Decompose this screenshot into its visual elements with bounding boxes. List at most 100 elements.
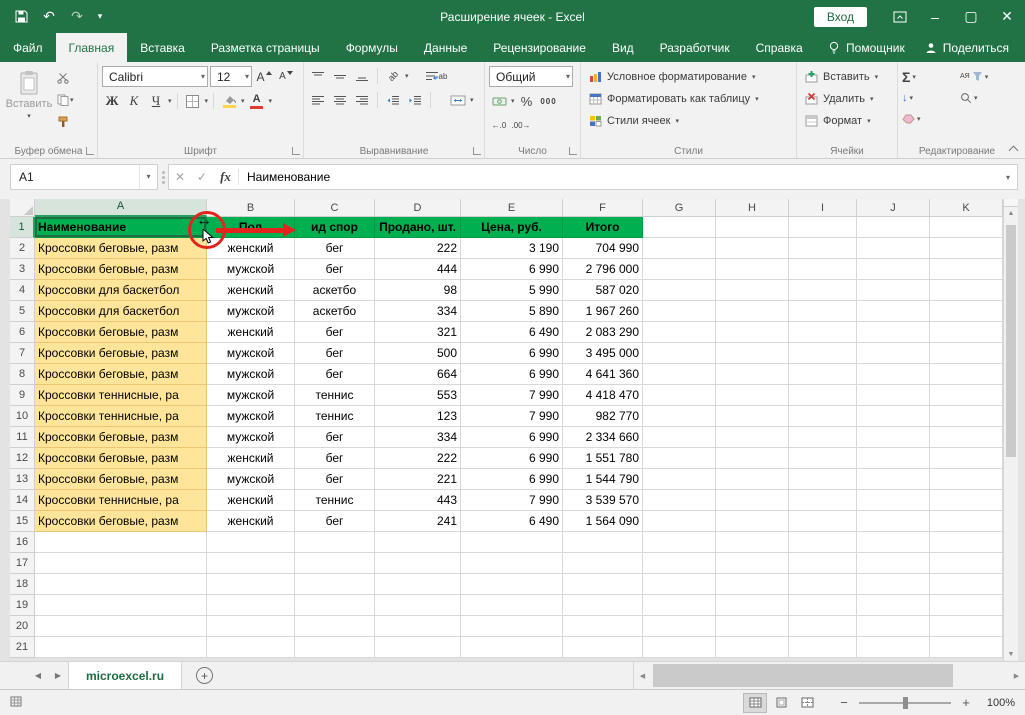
cell-A9[interactable]: Кроссовки теннисные, ра <box>35 385 207 406</box>
cell-C9[interactable]: теннис <box>295 385 375 406</box>
cell-A21[interactable] <box>35 637 207 658</box>
cell-I16[interactable] <box>789 532 857 553</box>
ribbon-tab-файл[interactable]: Файл <box>0 33 56 62</box>
alignment-dialog-launcher-icon[interactable] <box>473 147 481 155</box>
italic-button[interactable]: К <box>124 91 144 111</box>
cell-B3[interactable]: мужской <box>207 259 295 280</box>
cell-F1[interactable]: Итого <box>563 217 643 238</box>
sheet-nav-right-icon[interactable]: ▶ <box>48 662 68 689</box>
row-header-8[interactable]: 8 <box>10 364 35 385</box>
cell-H19[interactable] <box>716 595 789 616</box>
increase-decimal-button[interactable]: ←.0 <box>489 115 509 135</box>
cell-A12[interactable]: Кроссовки беговые, разм <box>35 448 207 469</box>
cell-E17[interactable] <box>461 553 563 574</box>
cell-J16[interactable] <box>857 532 930 553</box>
orientation-button[interactable]: ab <box>383 66 403 86</box>
cell-G17[interactable] <box>643 553 716 574</box>
cell-G4[interactable] <box>643 280 716 301</box>
cell-C18[interactable] <box>295 574 375 595</box>
cell-F2[interactable]: 704 990 <box>563 238 643 259</box>
cell-E16[interactable] <box>461 532 563 553</box>
cell-D21[interactable] <box>375 637 461 658</box>
underline-dropdown-icon[interactable]: ▾ <box>168 97 172 105</box>
cell-F15[interactable]: 1 564 090 <box>563 511 643 532</box>
paste-dropdown-icon[interactable]: ▾ <box>27 112 31 120</box>
cell-J21[interactable] <box>857 637 930 658</box>
cell-I14[interactable] <box>789 490 857 511</box>
cell-I1[interactable] <box>789 217 857 238</box>
cell-E2[interactable]: 3 190 <box>461 238 563 259</box>
row-header-17[interactable]: 17 <box>10 553 35 574</box>
borders-dropdown-icon[interactable]: ▾ <box>205 97 209 105</box>
cell-H13[interactable] <box>716 469 789 490</box>
cell-K2[interactable] <box>930 238 1003 259</box>
cell-K14[interactable] <box>930 490 1003 511</box>
cell-G7[interactable] <box>643 343 716 364</box>
cell-D18[interactable] <box>375 574 461 595</box>
cell-I8[interactable] <box>789 364 857 385</box>
row-header-16[interactable]: 16 <box>10 532 35 553</box>
row-header-4[interactable]: 4 <box>10 280 35 301</box>
cell-K10[interactable] <box>930 406 1003 427</box>
name-box-dropdown-icon[interactable]: ▾ <box>139 165 157 189</box>
close-button[interactable]: ✕ <box>989 0 1025 33</box>
cell-F16[interactable] <box>563 532 643 553</box>
paste-button[interactable]: Вставить ▾ <box>4 66 54 132</box>
cell-D20[interactable] <box>375 616 461 637</box>
cell-H10[interactable] <box>716 406 789 427</box>
find-select-button[interactable]: ▾ <box>960 87 1016 108</box>
scroll-right-icon[interactable]: ▶ <box>1008 672 1025 680</box>
cell-D12[interactable]: 222 <box>375 448 461 469</box>
cell-I15[interactable] <box>789 511 857 532</box>
cell-J1[interactable] <box>857 217 930 238</box>
cell-A13[interactable]: Кроссовки беговые, разм <box>35 469 207 490</box>
cell-I20[interactable] <box>789 616 857 637</box>
cell-I11[interactable] <box>789 427 857 448</box>
cell-B20[interactable] <box>207 616 295 637</box>
row-header-9[interactable]: 9 <box>10 385 35 406</box>
cell-D6[interactable]: 321 <box>375 322 461 343</box>
assistant-button[interactable]: Помощник <box>818 41 915 55</box>
cell-C16[interactable] <box>295 532 375 553</box>
row-header-15[interactable]: 15 <box>10 511 35 532</box>
cell-D14[interactable]: 443 <box>375 490 461 511</box>
cell-K5[interactable] <box>930 301 1003 322</box>
cell-F12[interactable]: 1 551 780 <box>563 448 643 469</box>
cell-F18[interactable] <box>563 574 643 595</box>
decrease-decimal-button[interactable]: .00→ <box>511 115 531 135</box>
cell-G1[interactable] <box>643 217 716 238</box>
column-header-b[interactable]: B <box>207 199 295 217</box>
bold-button[interactable]: Ж <box>102 91 122 111</box>
cell-K20[interactable] <box>930 616 1003 637</box>
cell-A19[interactable] <box>35 595 207 616</box>
cell-E8[interactable]: 6 990 <box>461 364 563 385</box>
cell-D4[interactable]: 98 <box>375 280 461 301</box>
cell-J11[interactable] <box>857 427 930 448</box>
cell-I19[interactable] <box>789 595 857 616</box>
ribbon-tab-разработчик[interactable]: Разработчик <box>647 33 743 62</box>
font-color-button[interactable]: А <box>247 91 267 111</box>
cell-A11[interactable]: Кроссовки беговые, разм <box>35 427 207 448</box>
cell-F8[interactable]: 4 641 360 <box>563 364 643 385</box>
page-layout-view-button[interactable] <box>769 693 793 713</box>
cell-I21[interactable] <box>789 637 857 658</box>
cell-I4[interactable] <box>789 280 857 301</box>
number-dialog-launcher-icon[interactable] <box>569 147 577 155</box>
cell-H5[interactable] <box>716 301 789 322</box>
cell-B15[interactable]: женский <box>207 511 295 532</box>
cell-F3[interactable]: 2 796 000 <box>563 259 643 280</box>
delete-cells-button[interactable]: Удалить▾ <box>801 88 894 110</box>
cell-K18[interactable] <box>930 574 1003 595</box>
cell-K6[interactable] <box>930 322 1003 343</box>
cell-C12[interactable]: бег <box>295 448 375 469</box>
cell-H14[interactable] <box>716 490 789 511</box>
row-header-20[interactable]: 20 <box>10 616 35 637</box>
zoom-out-icon[interactable]: − <box>837 695 851 710</box>
shrink-font-button[interactable]: А <box>276 67 296 87</box>
cell-G6[interactable] <box>643 322 716 343</box>
cell-E4[interactable]: 5 990 <box>461 280 563 301</box>
align-center-icon[interactable] <box>330 90 350 110</box>
column-header-i[interactable]: I <box>789 199 857 217</box>
cell-C6[interactable]: бег <box>295 322 375 343</box>
column-header-h[interactable]: H <box>716 199 789 217</box>
